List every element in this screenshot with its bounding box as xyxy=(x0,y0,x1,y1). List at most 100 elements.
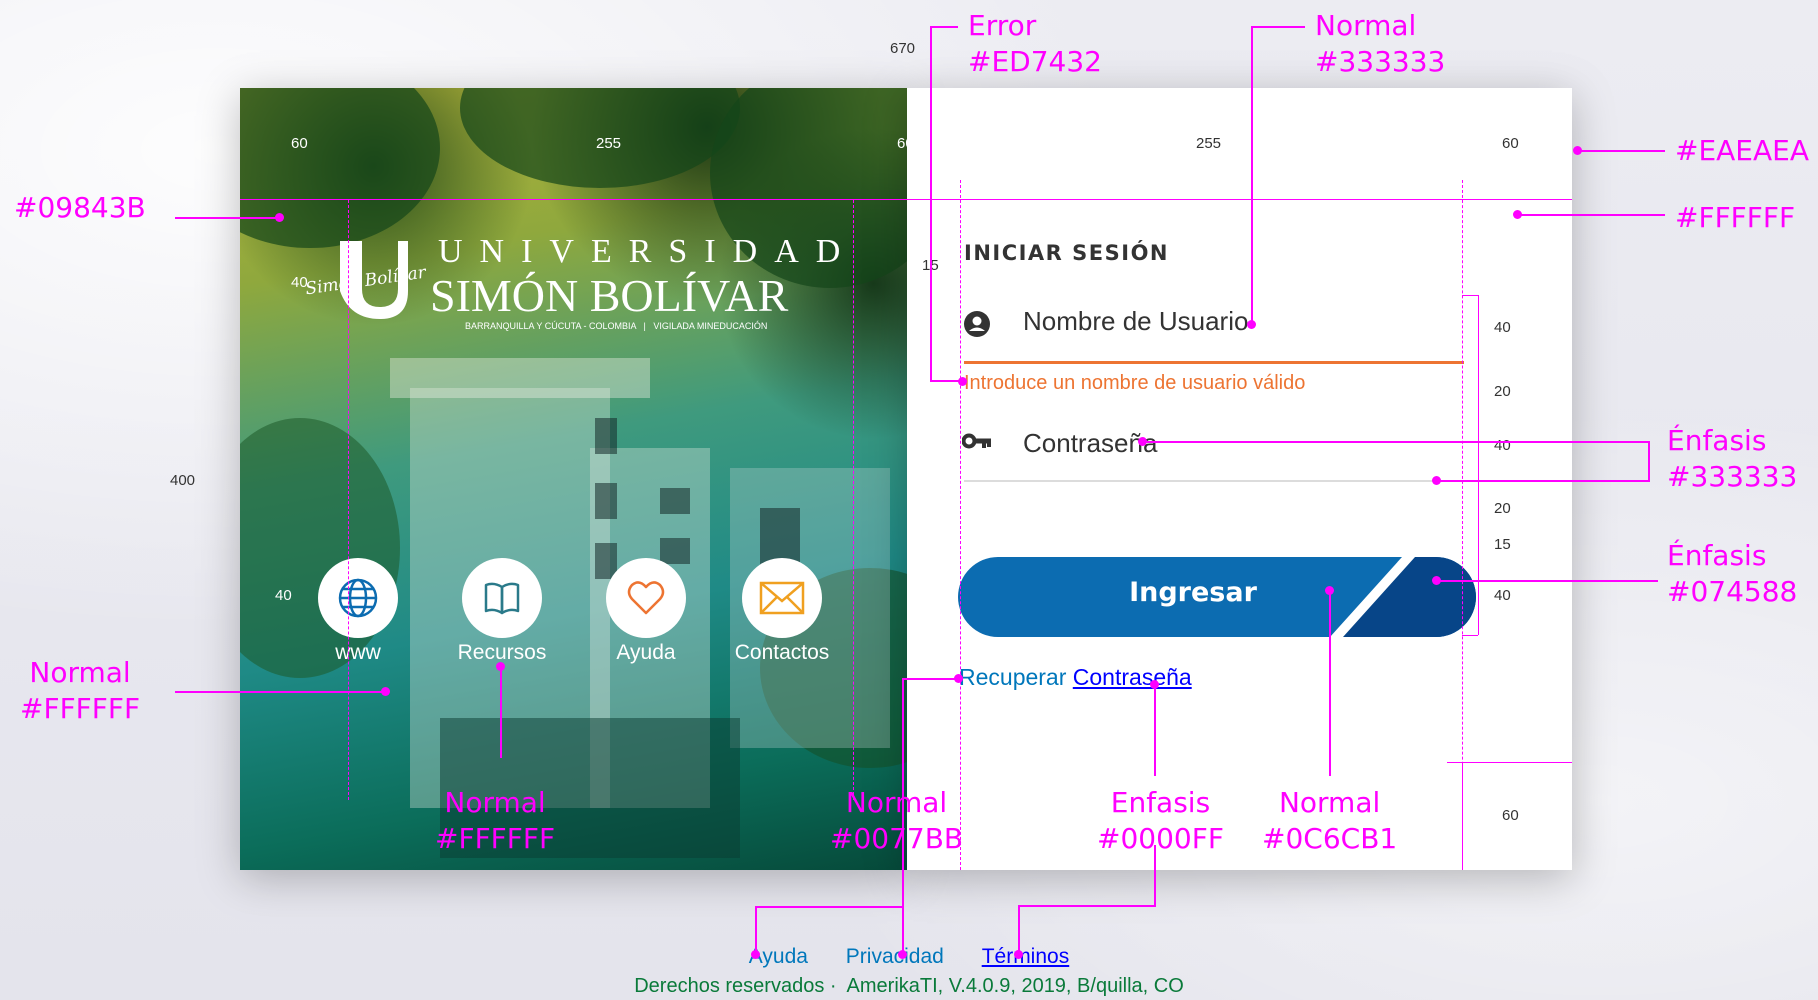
dim-error-gap: 20 xyxy=(1494,383,1511,400)
annotation-normal-link: Normal #0077BB xyxy=(830,786,964,855)
dim-left-margin: 60 xyxy=(291,135,308,152)
window xyxy=(660,488,690,514)
callout-dot xyxy=(1432,476,1441,485)
mail-icon xyxy=(759,581,805,615)
annotation-normal-input: Normal #333333 xyxy=(1315,9,1446,78)
callout-dot xyxy=(1325,586,1334,595)
annotation-ffffff-bg: #FFFFFF xyxy=(1675,201,1796,234)
recover-link[interactable]: Contraseña xyxy=(1073,664,1192,690)
window xyxy=(660,538,690,564)
callout-line xyxy=(1329,590,1331,776)
dim-logo-height: 40 xyxy=(291,274,308,291)
annotation-normal-button: Normal #0C6CB1 xyxy=(1262,786,1398,855)
book-icon xyxy=(484,582,520,615)
callout-line xyxy=(1018,905,1020,955)
callout-line xyxy=(500,666,502,758)
password-input[interactable]: Contraseña xyxy=(1023,428,1453,459)
guide-line xyxy=(240,199,1572,200)
annotation-eaeaea: #EAEAEA xyxy=(1675,134,1809,167)
www-label[interactable]: www xyxy=(288,641,428,665)
logo-line-simon-bolivar: SIMÓN BOLÍVAR xyxy=(430,270,789,321)
callout-line xyxy=(930,26,932,381)
callout-dot xyxy=(1014,950,1023,959)
callout-line xyxy=(1648,441,1650,481)
dim-right-margin: 60 xyxy=(1502,135,1519,152)
callout-dot xyxy=(275,213,284,222)
callout-dot xyxy=(751,950,760,959)
annotation-green: #09843B xyxy=(14,191,146,224)
key-icon xyxy=(962,433,991,449)
dim-left-margin-right: 60 xyxy=(897,135,914,152)
callout-line xyxy=(1436,580,1658,582)
tree-foliage xyxy=(240,88,440,248)
window xyxy=(595,483,617,519)
dim-left-content: 255 xyxy=(596,135,622,152)
globe-icon xyxy=(338,578,378,618)
annotation-normal-white-left: Normal #FFFFFF xyxy=(20,656,141,725)
username-underline xyxy=(964,361,1464,364)
callout-dot xyxy=(954,674,963,683)
guide-line xyxy=(853,200,854,800)
callout-line xyxy=(1018,905,1156,907)
callout-dot xyxy=(898,950,907,959)
www-button[interactable] xyxy=(318,558,398,638)
ayuda-label[interactable]: Ayuda xyxy=(576,641,716,665)
guide-line xyxy=(348,200,349,800)
callout-line xyxy=(1154,845,1156,907)
annotation-enfasis-input: Énfasis #333333 xyxy=(1667,424,1798,493)
callout-line xyxy=(175,217,279,219)
ayuda-button[interactable] xyxy=(606,558,686,638)
login-title: INICIAR SESIÓN xyxy=(964,241,1169,265)
footer-copyright: Derechos reservados · AmerikaTI, V.4.0.9… xyxy=(634,975,1184,997)
callout-dot xyxy=(496,662,505,671)
callout-line xyxy=(1142,441,1650,443)
tree-foliage xyxy=(240,418,400,678)
bracket-line xyxy=(1462,295,1478,296)
bracket-line xyxy=(1462,635,1478,636)
callout-dot xyxy=(958,377,967,386)
recover-prefix[interactable]: Recuperar xyxy=(959,664,1066,690)
dim-field-pass: 40 xyxy=(1494,437,1511,454)
callout-dot xyxy=(1150,680,1159,689)
annotation-error: Error #ED7432 xyxy=(968,9,1102,78)
callout-line xyxy=(930,26,958,28)
user-icon xyxy=(964,311,990,337)
callout-line xyxy=(1518,214,1665,216)
campus-photo-panel: Simón Bolívar UNIVERSIDAD SIMÓN BOLÍVAR … xyxy=(240,88,907,870)
bracket-line xyxy=(1462,762,1463,870)
bracket-line xyxy=(1478,295,1479,635)
annotation-enfasis-button: Énfasis #074588 xyxy=(1667,539,1798,608)
building-roof xyxy=(390,358,650,398)
ingresar-button[interactable]: Ingresar xyxy=(958,557,1476,637)
recursos-button[interactable] xyxy=(462,558,542,638)
callout-dot xyxy=(1573,146,1582,155)
bracket-line xyxy=(1447,762,1572,763)
footer-terminos-link[interactable]: Términos xyxy=(982,945,1070,968)
callout-dot xyxy=(381,687,390,696)
login-panel: INICIAR SESIÓN Nombre de Usuario Introdu… xyxy=(907,88,1572,870)
heart-icon xyxy=(627,581,665,615)
dim-field-user: 40 xyxy=(1494,319,1511,336)
password-underline xyxy=(964,480,1464,482)
callout-line xyxy=(902,678,958,680)
annotation-enfasis-link: Enfasis #0000FF xyxy=(1097,786,1224,855)
annotation-normal-white-icons: Normal #FFFFFF xyxy=(435,786,556,855)
dim-total-width: 670 xyxy=(890,40,916,57)
dim-height: 400 xyxy=(170,472,196,489)
logo-tagline: BARRANQUILLA Y CÚCUTA - COLOMBIA | VIGIL… xyxy=(465,321,768,331)
username-input[interactable]: Nombre de Usuario xyxy=(1023,306,1453,337)
callout-line xyxy=(1251,26,1253,326)
window xyxy=(595,418,617,454)
university-logo: Simón Bolívar UNIVERSIDAD SIMÓN BOLÍVAR … xyxy=(300,233,840,333)
callout-line xyxy=(1154,684,1156,776)
dim-pass-gap: 20 xyxy=(1494,500,1511,517)
contactos-button[interactable] xyxy=(742,558,822,638)
dim-icon-height: 40 xyxy=(275,587,292,604)
callout-line xyxy=(755,906,757,954)
footer-privacidad-link[interactable]: Privacidad xyxy=(846,945,944,968)
contactos-label[interactable]: Contactos xyxy=(712,641,852,665)
callout-dot xyxy=(1138,437,1147,446)
callout-dot xyxy=(1513,210,1522,219)
callout-dot xyxy=(1247,320,1256,329)
callout-line xyxy=(1578,150,1665,152)
